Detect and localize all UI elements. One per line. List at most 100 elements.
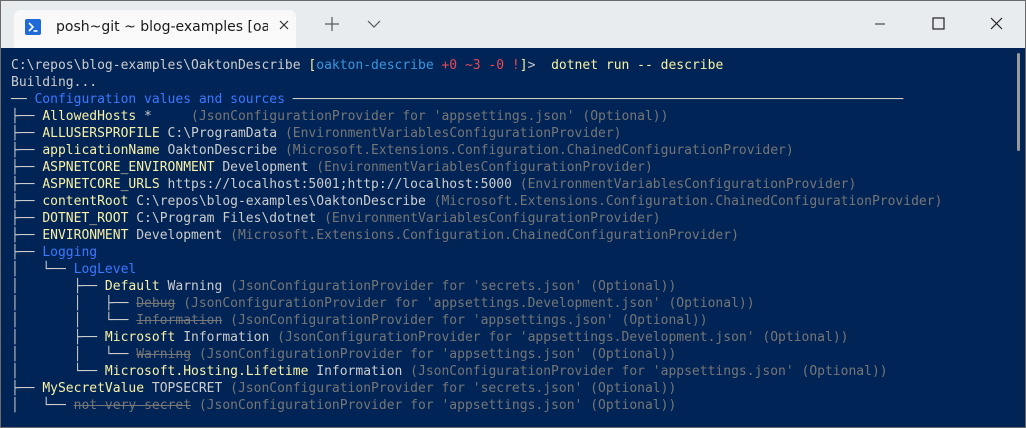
tree-row: ├── ENVIRONMENT Development (Microsoft.E…	[11, 227, 739, 244]
tree-branch: │ ├──	[11, 330, 105, 345]
tree-row: │ │ └── Information (JsonConfigurationPr…	[11, 312, 708, 329]
minimize-button[interactable]	[857, 1, 903, 48]
tree-branch: │ ├──	[11, 279, 105, 294]
tree-row: ├── ALLUSERSPROFILE C:\ProgramData (Envi…	[11, 125, 622, 142]
config-source: (JsonConfigurationProvider for 'secrets.…	[230, 279, 677, 294]
config-value: https://localhost:5001;http://localhost:…	[159, 177, 520, 192]
tree-branch: ├──	[11, 177, 43, 192]
config-key: ASPNETCORE_ENVIRONMENT	[42, 160, 215, 175]
git-deleted: -0	[480, 58, 505, 73]
tree-branch: ├──	[11, 160, 43, 175]
plus-icon	[325, 17, 339, 31]
config-value: *	[136, 109, 192, 124]
tree-row: │ └── LogLevel	[11, 261, 136, 278]
tab-dropdown-button[interactable]	[359, 9, 389, 39]
header-line: ── Configuration values and sources ────…	[11, 91, 903, 108]
tree-branch: │ └──	[11, 398, 74, 413]
tree-row: ├── DOTNET_ROOT C:\Program Files\dotnet …	[11, 210, 661, 227]
config-value: TOPSECRET	[144, 381, 231, 396]
config-source: (JsonConfigurationProvider for 'appsetti…	[277, 330, 849, 345]
config-key: contentRoot	[42, 194, 129, 209]
header-title: Configuration values and sources	[34, 92, 285, 107]
config-key: applicationName	[42, 143, 160, 158]
git-flag: !	[504, 58, 520, 73]
overridden-value: Information	[136, 313, 223, 328]
config-source: (Microsoft.Extensions.Configuration.Chai…	[230, 228, 739, 243]
tree-branch: ├──	[11, 194, 43, 209]
overridden-value: Debug	[136, 296, 176, 311]
git-added: +0	[433, 58, 458, 73]
prompt-path: C:\repos\blog-examples\OaktonDescribe	[11, 58, 309, 73]
building-line: Building...	[11, 75, 98, 90]
tree-branch: ├──	[11, 228, 43, 243]
tree-branch: ├──	[11, 143, 43, 158]
tree-row: ├── MySecretValue TOPSECRET (JsonConfigu…	[11, 380, 676, 397]
tree-branch: ├──	[11, 381, 43, 396]
maximize-icon	[932, 17, 945, 30]
tree-row: ├── AllowedHosts * (JsonConfigurationPro…	[11, 108, 668, 125]
config-key: MySecretValue	[42, 381, 145, 396]
config-source: (EnvironmentVariablesConfigurationProvid…	[324, 211, 661, 226]
config-section: Logging	[42, 245, 98, 260]
tree-row: ├── contentRoot C:\repos\blog-examples\O…	[11, 193, 942, 210]
tree-branch: │ │ └──	[11, 313, 137, 328]
tree-branch: │ │ ├──	[11, 296, 137, 311]
config-value: C:\repos\blog-examples\OaktonDescribe	[128, 194, 434, 209]
config-key: ALLUSERSPROFILE	[42, 126, 160, 141]
config-source: (EnvironmentVariablesConfigurationProvid…	[519, 177, 857, 192]
title-bar: posh~git ~ blog-examples [oakton-describ…	[1, 1, 1025, 48]
terminal-tab[interactable]: posh~git ~ blog-examples [oakton-describ…	[14, 10, 296, 48]
command-text: dotnet run -- describe	[551, 58, 724, 73]
config-key: ENVIRONMENT	[42, 228, 129, 243]
config-value: Warning	[159, 279, 231, 294]
config-value: C:\ProgramData	[159, 126, 285, 141]
tree-row: │ │ ├── Debug (JsonConfigurationProvider…	[11, 295, 755, 312]
tree-branch: ├──	[11, 126, 43, 141]
config-value: Development	[214, 160, 317, 175]
tree-branch: ├──	[11, 109, 43, 124]
tree-row: ├── Logging	[11, 244, 97, 261]
config-source: (Microsoft.Extensions.Configuration.Chai…	[433, 194, 943, 209]
minimize-icon	[875, 23, 885, 25]
terminal-output[interactable]: C:\repos\blog-examples\OaktonDescribe [o…	[1, 48, 1013, 427]
maximize-button[interactable]	[915, 1, 961, 48]
config-value: C:\Program Files\dotnet	[128, 211, 325, 226]
new-tab-button[interactable]	[317, 9, 347, 39]
prompt-line: C:\repos\blog-examples\OaktonDescribe [o…	[11, 57, 723, 74]
config-key: Microsoft.Hosting.Lifetime	[104, 364, 309, 379]
tree-branch: ├──	[11, 211, 43, 226]
git-modified: ~3	[457, 58, 481, 73]
close-icon	[990, 17, 1003, 30]
config-key: Microsoft	[104, 330, 176, 345]
config-source: (JsonConfigurationProvider for 'secrets.…	[230, 381, 677, 396]
config-key: Default	[104, 279, 160, 294]
tree-row: │ ├── Microsoft Information (JsonConfigu…	[11, 329, 848, 346]
config-key: ASPNETCORE_URLS	[42, 177, 160, 192]
header-rule-left: ──	[11, 92, 35, 107]
config-key: DOTNET_ROOT	[42, 211, 129, 226]
close-window-button[interactable]	[973, 1, 1019, 48]
config-source: (JsonConfigurationProvider for 'appsetti…	[191, 109, 669, 124]
config-source: (JsonConfigurationProvider for 'appsetti…	[191, 347, 677, 362]
close-tab-icon[interactable]	[273, 14, 295, 36]
tree-branch: │ └──	[11, 364, 105, 379]
config-source: (EnvironmentVariablesConfigurationProvid…	[316, 160, 653, 175]
tree-branch: │ │ └──	[11, 347, 137, 362]
tree-branch: ├──	[11, 245, 43, 260]
config-source: (JsonConfigurationProvider for 'appsetti…	[191, 398, 677, 413]
tree-branch: │ └──	[11, 262, 74, 277]
tree-row: ├── applicationName OaktonDescribe (Micr…	[11, 142, 794, 159]
config-source: (EnvironmentVariablesConfigurationProvid…	[284, 126, 622, 141]
config-value: Information	[308, 364, 411, 379]
tree-row: │ │ └── Warning (JsonConfigurationProvid…	[11, 346, 676, 363]
header-rule-right: ────────────────────────────────────────…	[284, 92, 904, 107]
tree-row: ├── ASPNETCORE_URLS https://localhost:50…	[11, 176, 856, 193]
config-value: Development	[128, 228, 231, 243]
config-source: (JsonConfigurationProvider for 'appsetti…	[410, 364, 888, 379]
tree-row: ├── ASPNETCORE_ENVIRONMENT Development (…	[11, 159, 653, 176]
config-section: LogLevel	[73, 262, 137, 277]
overridden-value: Warning	[136, 347, 192, 362]
tab-title: posh~git ~ blog-examples [oakton-describ…	[56, 19, 268, 35]
scrollbar-thumb[interactable]	[1017, 53, 1020, 151]
overridden-value: not very secret	[73, 398, 192, 413]
